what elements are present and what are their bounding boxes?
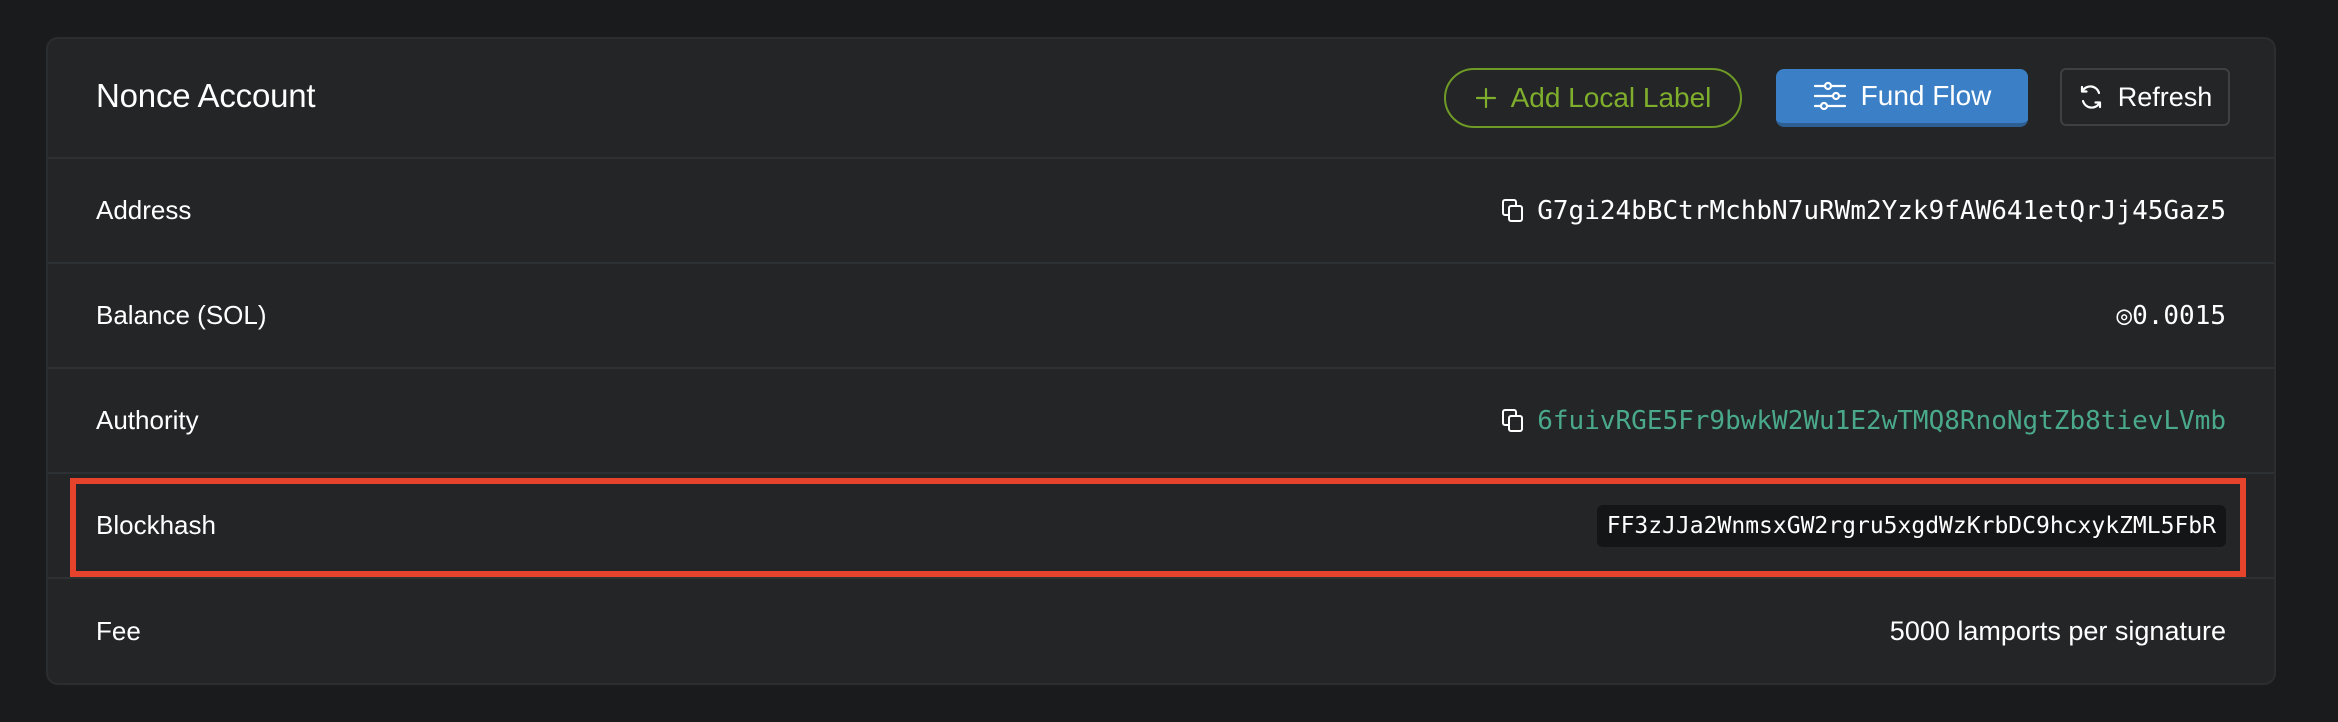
address-value-container: G7gi24bBCtrMchbN7uRWm2Yzk9fAW641etQrJj45…: [1501, 159, 2226, 262]
fund-flow-text: Fund Flow: [1860, 80, 1992, 111]
card-header: Nonce Account Add Local Label Fund Flow …: [48, 39, 2274, 159]
fee-label: Fee: [96, 616, 141, 646]
blockhash-value: FF3zJJa2WnmsxGW2rgru5xgdWzKrbDC9hcxykZML…: [1596, 504, 2226, 547]
refresh-button[interactable]: Refresh: [2060, 68, 2230, 126]
fund-flow-button[interactable]: Fund Flow: [1776, 69, 2028, 127]
sliders-icon: [1813, 81, 1847, 111]
address-value: G7gi24bBCtrMchbN7uRWm2Yzk9fAW641etQrJj45…: [1537, 195, 2226, 226]
copy-icon[interactable]: [1501, 408, 1525, 434]
authority-value-container: 6fuivRGE5Fr9bwkW2Wu1E2wTMQ8RnoNgtZb8tiev…: [1501, 369, 2226, 472]
fee-value: 5000 lamports per signature: [1889, 616, 2226, 646]
add-local-label-text: Add Local Label: [1510, 82, 1712, 113]
nonce-account-card: Nonce Account Add Local Label Fund Flow …: [46, 37, 2276, 685]
account-details-table: Address G7gi24bBCtrMchbN7uRWm2Yzk9fAW641…: [48, 159, 2274, 684]
plus-icon: [1475, 87, 1497, 109]
authority-label: Authority: [96, 405, 199, 435]
copy-icon[interactable]: [1501, 198, 1525, 224]
row-fee: Fee 5000 lamports per signature: [48, 579, 2274, 684]
blockhash-label: Blockhash: [96, 510, 216, 540]
row-authority: Authority 6fuivRGE5Fr9bwkW2Wu1E2wTMQ8Rno…: [48, 369, 2274, 474]
blockhash-value-container: FF3zJJa2WnmsxGW2rgru5xgdWzKrbDC9hcxykZML…: [1596, 474, 2226, 577]
address-label: Address: [96, 195, 192, 225]
row-blockhash: Blockhash FF3zJJa2WnmsxGW2rgru5xgdWzKrbD…: [48, 474, 2274, 579]
refresh-icon: [2078, 84, 2104, 110]
balance-value-container: ◎0.0015: [2116, 264, 2226, 367]
row-balance: Balance (SOL) ◎0.0015: [48, 264, 2274, 369]
add-local-label-button[interactable]: Add Local Label: [1444, 68, 1742, 128]
card-title: Nonce Account: [96, 77, 316, 114]
refresh-text: Refresh: [2117, 81, 2213, 112]
balance-value: ◎0.0015: [2116, 300, 2226, 331]
balance-label: Balance (SOL): [96, 300, 267, 330]
fee-value-container: 5000 lamports per signature: [1890, 579, 2226, 684]
authority-link[interactable]: 6fuivRGE5Fr9bwkW2Wu1E2wTMQ8RnoNgtZb8tiev…: [1537, 406, 2226, 436]
row-address: Address G7gi24bBCtrMchbN7uRWm2Yzk9fAW641…: [48, 159, 2274, 264]
